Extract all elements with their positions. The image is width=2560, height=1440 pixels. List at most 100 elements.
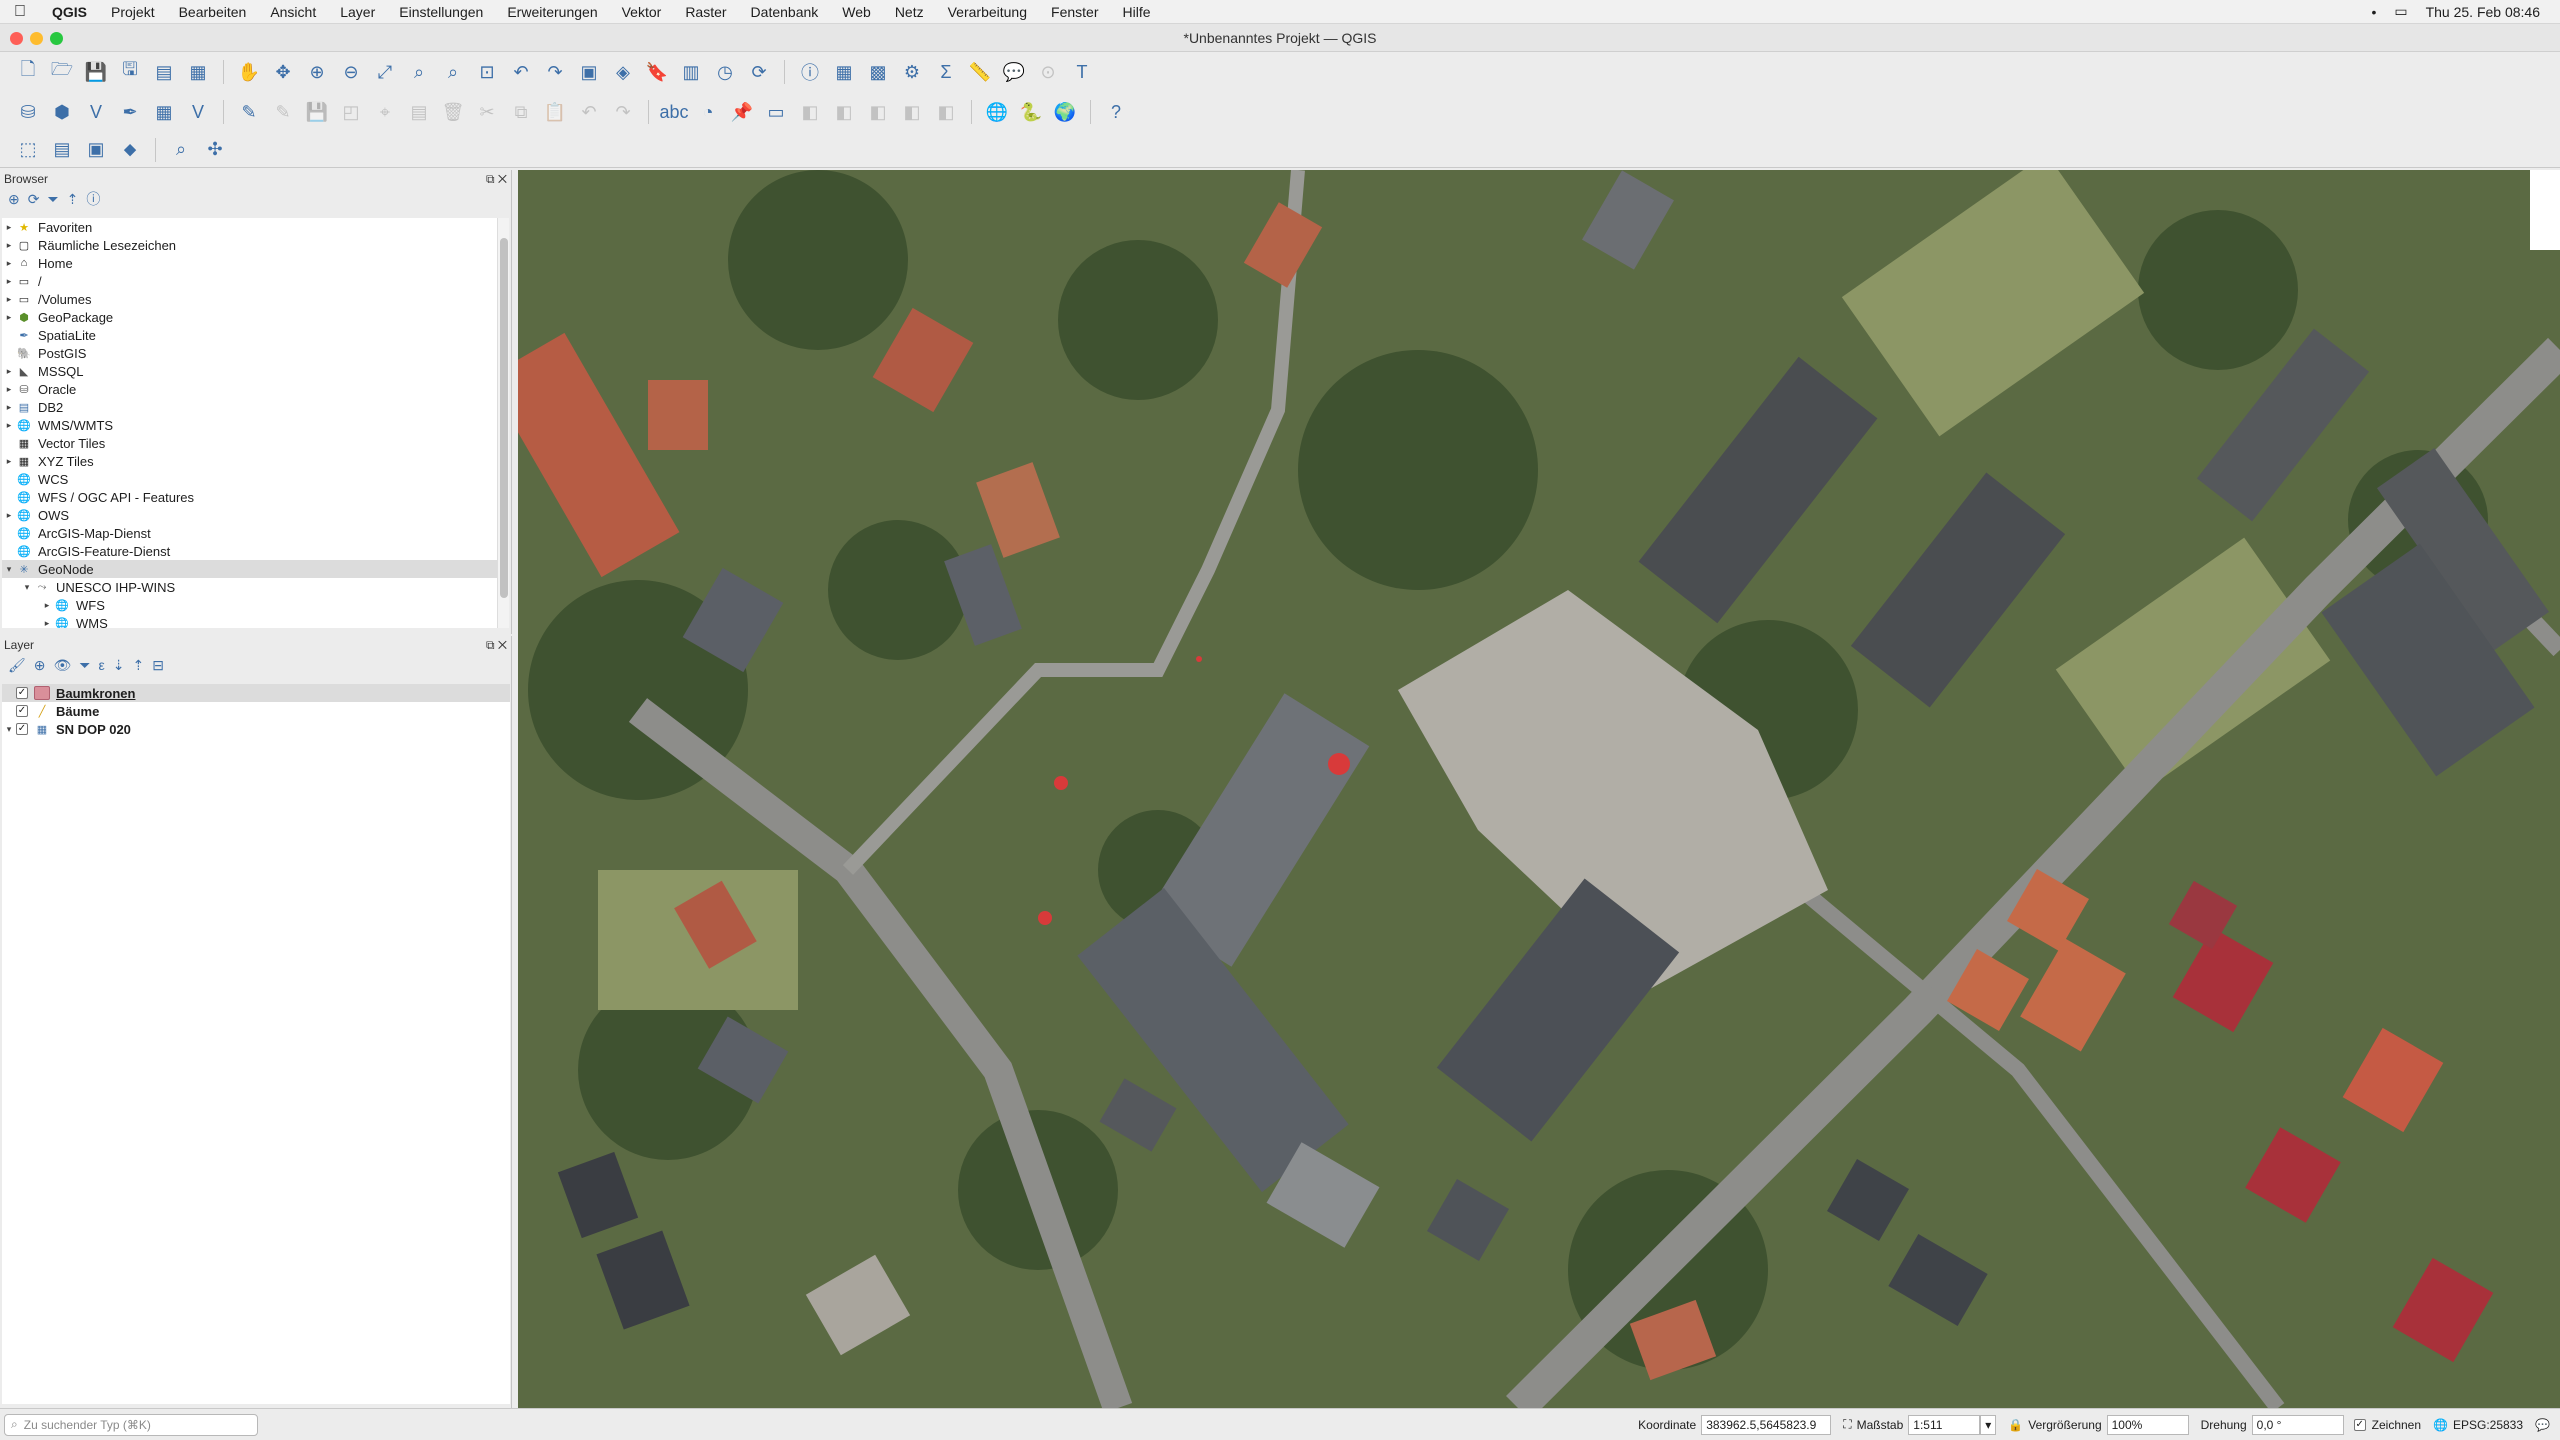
- vertex-tool-icon[interactable]: ⌖: [371, 98, 399, 126]
- browser-item-volumes[interactable]: ▸ ▭ /Volumes: [2, 290, 498, 308]
- expand-arrow-icon[interactable]: ▸: [2, 420, 16, 431]
- browser-item-favoriten[interactable]: ▸ ★ Favoriten: [2, 218, 498, 236]
- collapse-arrow-icon[interactable]: ▾: [2, 564, 16, 575]
- layout-manager-icon[interactable]: ▦: [184, 58, 212, 86]
- expand-arrow-icon[interactable]: ▸: [40, 618, 54, 629]
- temporal-controller-icon[interactable]: ◷: [711, 58, 739, 86]
- collapse-all-icon[interactable]: ⇡: [132, 657, 144, 674]
- statistical-summary-icon[interactable]: Σ: [932, 58, 960, 86]
- menubar-clock[interactable]: Thu 25. Feb 08:46: [2426, 4, 2540, 20]
- toggle-editing-icon[interactable]: ✎: [235, 98, 263, 126]
- delete-selected-icon[interactable]: 🗑: [439, 98, 467, 126]
- save-project-icon[interactable]: 💾: [82, 58, 110, 86]
- show-bookmarks-icon[interactable]: ▥: [677, 58, 705, 86]
- browser-scroll-thumb[interactable]: [500, 238, 508, 598]
- new-3d-view-icon[interactable]: ◈: [609, 58, 637, 86]
- add-group-icon[interactable]: ⊕: [34, 657, 46, 674]
- expand-arrow-icon[interactable]: ▸: [2, 312, 16, 323]
- add-raster-layer-icon[interactable]: ▦: [150, 98, 178, 126]
- field-calculator-icon[interactable]: ▩: [864, 58, 892, 86]
- layer-diagram-icon[interactable]: ◔: [694, 98, 722, 126]
- layer-visibility-checkbox[interactable]: ✓: [16, 705, 28, 717]
- menu-app[interactable]: QGIS: [40, 4, 99, 20]
- filter-legend-icon[interactable]: ⏷: [79, 657, 90, 674]
- locator-search-input[interactable]: ⌕ Zu suchender Typ (⌘K): [4, 1413, 258, 1436]
- zoom-next-icon[interactable]: ↷: [541, 58, 569, 86]
- browser-item-home[interactable]: ▸ ⌂ Home: [2, 254, 498, 272]
- browser-item-wfs-ogc[interactable]: 🌐 WFS / OGC API - Features: [2, 488, 498, 506]
- tree-crown-feature[interactable]: [1054, 776, 1068, 790]
- browser-item-spatial-bookmarks[interactable]: ▸ ▢ Räumliche Lesezeichen: [2, 236, 498, 254]
- open-locator-icon[interactable]: ⌕: [167, 136, 195, 164]
- render-checkbox[interactable]: ✓: [2353, 1418, 2366, 1431]
- add-selected-layers-icon[interactable]: ⊕: [8, 191, 20, 208]
- zoom-native-icon[interactable]: ⊡: [473, 58, 501, 86]
- coordinate-field[interactable]: 383962.5,5645823.9: [1701, 1414, 1832, 1435]
- browser-item-wms-wmts[interactable]: ▸ 🌐 WMS/WMTS: [2, 416, 498, 434]
- expand-arrow-icon[interactable]: ▸: [2, 510, 16, 521]
- browser-scrollbar[interactable]: [497, 218, 509, 628]
- menu-verarbeitung[interactable]: Verarbeitung: [936, 4, 1039, 20]
- browser-item-postgis[interactable]: 🐘 PostGIS: [2, 344, 498, 362]
- crs-button[interactable]: EPSG:25833: [2453, 1418, 2523, 1432]
- remove-layer-icon[interactable]: ⊟: [152, 657, 164, 674]
- attribute-table-icon[interactable]: ▦: [830, 58, 858, 86]
- label-properties-icon[interactable]: ◧: [932, 98, 960, 126]
- menu-datenbank[interactable]: Datenbank: [739, 4, 831, 20]
- collapse-all-icon[interactable]: ⇡: [67, 191, 79, 208]
- lock-scale-icon[interactable]: 🔒: [2008, 1418, 2023, 1432]
- collapse-arrow-icon[interactable]: ▾: [2, 724, 16, 735]
- browser-item-unesco[interactable]: ▾ ⤳ UNESCO IHP-WINS: [2, 578, 498, 596]
- new-bookmark-icon[interactable]: 🔖: [643, 58, 671, 86]
- menu-erweiterungen[interactable]: Erweiterungen: [495, 4, 609, 20]
- browser-item-spatialite[interactable]: ✒ SpatiaLite: [2, 326, 498, 344]
- layer-visibility-checkbox[interactable]: ✓: [16, 687, 28, 699]
- expand-arrow-icon[interactable]: ▸: [2, 294, 16, 305]
- magnifier-spinbox[interactable]: 100%: [2106, 1414, 2189, 1435]
- expand-arrow-icon[interactable]: ▸: [2, 384, 16, 395]
- measure-icon[interactable]: 📏: [966, 58, 994, 86]
- menu-raster[interactable]: Raster: [673, 4, 738, 20]
- layer-item-baeume[interactable]: ✓ ╱ Bäume: [2, 702, 510, 720]
- status-dot-icon[interactable]: •: [2371, 4, 2376, 20]
- new-map-view-icon[interactable]: ▣: [575, 58, 603, 86]
- browser-item-wcs[interactable]: 🌐 WCS: [2, 470, 498, 488]
- menu-hilfe[interactable]: Hilfe: [1110, 4, 1162, 20]
- data-source-manager-icon[interactable]: ⛁: [14, 98, 42, 126]
- add-virtual-layer-icon[interactable]: V: [184, 98, 212, 126]
- map-canvas[interactable]: [518, 170, 2560, 1408]
- expand-arrow-icon[interactable]: ▸: [2, 222, 16, 233]
- rotation-spinbox[interactable]: 0,0 °: [2251, 1414, 2344, 1435]
- refresh-icon[interactable]: ⟳: [745, 58, 773, 86]
- add-vector-layer-icon[interactable]: V: [82, 98, 110, 126]
- browser-item-root[interactable]: ▸ ▭ /: [2, 272, 498, 290]
- expand-all-icon[interactable]: ⇣: [113, 657, 125, 674]
- measure-tools-icon[interactable]: ✣: [201, 136, 229, 164]
- new-geopackage-layer-icon[interactable]: ⬢: [48, 98, 76, 126]
- browser-item-geopackage[interactable]: ▸ ⬢ GeoPackage: [2, 308, 498, 326]
- layer-visibility-checkbox[interactable]: ✓: [16, 723, 28, 735]
- digitize-icon[interactable]: ◰: [337, 98, 365, 126]
- expand-arrow-icon[interactable]: ▸: [2, 402, 16, 413]
- open-layer-styling-icon[interactable]: 🖌: [8, 657, 26, 674]
- undo-icon[interactable]: ↶: [575, 98, 603, 126]
- zoom-full-icon[interactable]: ⤢: [371, 58, 399, 86]
- save-as-icon[interactable]: 🖫: [116, 58, 144, 86]
- menu-ansicht[interactable]: Ansicht: [258, 4, 328, 20]
- browser-item-xyz-tiles[interactable]: ▸ ▦ XYZ Tiles: [2, 452, 498, 470]
- modify-attributes-icon[interactable]: ▤: [405, 98, 433, 126]
- browser-item-oracle[interactable]: ▸ ⛁ Oracle: [2, 380, 498, 398]
- pan-icon[interactable]: ✋: [235, 58, 263, 86]
- add-spatialite-layer-icon[interactable]: ✒: [116, 98, 144, 126]
- panel-float-close-icon[interactable]: ⧉ ✕: [486, 172, 507, 186]
- new-print-layout-icon[interactable]: ▤: [150, 58, 178, 86]
- identify-features-icon[interactable]: ⓘ: [796, 58, 824, 86]
- processing-toolbox-icon[interactable]: ⚙: [898, 58, 926, 86]
- expand-arrow-icon[interactable]: ▸: [2, 240, 16, 251]
- expand-arrow-icon[interactable]: ▸: [2, 456, 16, 467]
- current-edits-icon[interactable]: ✎: [269, 98, 297, 126]
- layer-item-baumkronen[interactable]: ✓ Baumkronen: [2, 684, 510, 702]
- menu-projekt[interactable]: Projekt: [99, 4, 167, 20]
- filter-browser-icon[interactable]: ⏷: [47, 191, 58, 208]
- menu-einstellungen[interactable]: Einstellungen: [387, 4, 495, 20]
